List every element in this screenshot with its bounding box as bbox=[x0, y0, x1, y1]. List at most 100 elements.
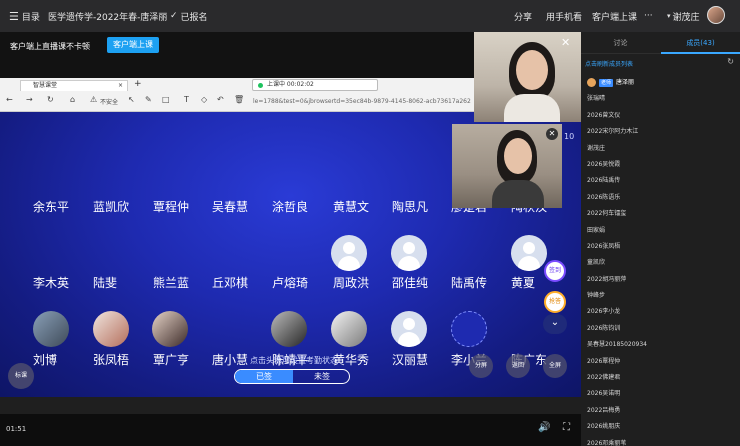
mark-button[interactable]: 标课 bbox=[8, 363, 34, 389]
member-item[interactable]: 2026李小龙 bbox=[587, 304, 735, 320]
home-icon: ⌂ bbox=[70, 95, 76, 104]
student-photo-avatar[interactable] bbox=[152, 311, 188, 347]
share-button[interactable]: 分享 bbox=[514, 0, 532, 32]
signed-status: ✓ 已报名 bbox=[170, 0, 208, 32]
sign-in-button[interactable]: 签到 bbox=[544, 260, 566, 282]
member-item[interactable]: 2026覃程仲 bbox=[587, 354, 735, 370]
student-name[interactable]: 覃程仲 bbox=[153, 198, 189, 215]
member-item[interactable]: 谢茂庄 bbox=[587, 141, 735, 157]
teacher-camera-main: ✕ bbox=[474, 32, 581, 122]
member-list: 老师 唐泽丽 张瑞晴 2026曾文仪 2022宋尔阿力木江 谢茂庄 2026吴悦霞 2026陆… bbox=[587, 75, 735, 446]
user-avatar[interactable] bbox=[707, 6, 725, 24]
return-button[interactable]: 返回 bbox=[506, 354, 530, 378]
student-name[interactable]: 卢熔琦 bbox=[272, 274, 308, 291]
refresh-icon[interactable]: ↻ bbox=[727, 57, 734, 66]
student-name[interactable]: 熊兰蓝 bbox=[153, 274, 189, 291]
member-item[interactable]: 2026吴悦霞 bbox=[587, 157, 735, 173]
student-photo-avatar[interactable] bbox=[331, 311, 367, 347]
chevron-down-icon: ▾ bbox=[667, 12, 671, 20]
member-item[interactable]: 童凯欣 bbox=[587, 255, 735, 271]
more-button[interactable]: ··· bbox=[644, 0, 653, 32]
playback-time: 01:51 bbox=[6, 425, 27, 433]
member-item[interactable]: 2022宋尔阿力木江 bbox=[587, 124, 735, 140]
member-item[interactable]: 钟峰步 bbox=[587, 288, 735, 304]
close-icon[interactable]: ✕ bbox=[561, 36, 570, 49]
student-name[interactable]: 邵佳纯 bbox=[392, 274, 428, 291]
member-name: 2026张凤梧 bbox=[587, 242, 621, 250]
username: 谢茂庄 bbox=[672, 12, 700, 23]
member-name: 2026李小龙 bbox=[587, 308, 621, 316]
fullscreen-label-button[interactable]: 全屏 bbox=[543, 354, 567, 378]
member-item[interactable]: 张瑞晴 bbox=[587, 91, 735, 107]
catalog-button[interactable]: ☰ 目录 bbox=[9, 0, 40, 32]
student-name[interactable]: 李木英 bbox=[33, 274, 69, 291]
member-item[interactable]: 吴春慧20185020934 bbox=[587, 337, 735, 353]
member-name: 钟峰步 bbox=[587, 292, 606, 300]
member-item[interactable]: 2026陈钧训 bbox=[587, 321, 735, 337]
tab-discuss[interactable]: 讨论 bbox=[581, 32, 660, 54]
refresh-members-link[interactable]: 点击刷新成员列表 bbox=[585, 59, 633, 68]
member-item[interactable]: 2026邓乘丽苇 bbox=[587, 436, 735, 446]
student-name[interactable]: 余东平 bbox=[33, 198, 69, 215]
volume-icon[interactable]: 🔊 bbox=[538, 422, 550, 433]
attendance-hint: 点击头像可设置考勤状态 bbox=[250, 356, 338, 365]
member-item[interactable]: 2026陈语乐 bbox=[587, 190, 735, 206]
user-menu[interactable]: ▾ 谢茂庄 bbox=[667, 0, 700, 32]
plus-icon: + bbox=[134, 79, 142, 89]
student-name[interactable]: 黄华秀 bbox=[333, 351, 369, 368]
student-name[interactable]: 唐小慧 bbox=[212, 351, 248, 368]
student-name[interactable]: 黄夏 bbox=[511, 274, 535, 291]
student-name[interactable]: 涂哲良 bbox=[272, 198, 308, 215]
split-screen-button[interactable]: 分屏 bbox=[469, 354, 493, 378]
browser-tab-label: 智慧课堂 bbox=[33, 82, 58, 89]
student-avatar[interactable] bbox=[391, 235, 427, 271]
member-item[interactable]: 2022吕梅勇 bbox=[587, 403, 735, 419]
close-icon[interactable]: ✕ bbox=[546, 128, 558, 140]
member-item[interactable]: 田家娟 bbox=[587, 223, 735, 239]
tab-members[interactable]: 成员(43) bbox=[661, 32, 740, 54]
member-item[interactable]: 2022佛建君 bbox=[587, 370, 735, 386]
client-class-button[interactable]: 客户端上课 bbox=[592, 0, 637, 32]
fullscreen-icon[interactable]: ⛶ bbox=[563, 422, 570, 433]
member-item[interactable]: 2026曾文仪 bbox=[587, 108, 735, 124]
student-name[interactable]: 刘博 bbox=[33, 351, 57, 368]
student-name[interactable]: 吴春慧 bbox=[212, 198, 248, 215]
student-name[interactable]: 陶思凡 bbox=[392, 198, 428, 215]
student-photo-avatar[interactable] bbox=[93, 311, 129, 347]
member-item[interactable]: 2022何车镭玺 bbox=[587, 206, 735, 222]
side-tabs: 讨论 成员(43) bbox=[581, 32, 740, 54]
signed-tab[interactable]: 已签 bbox=[235, 370, 293, 383]
pen-tool-icon: ✎ bbox=[145, 95, 152, 104]
student-photo-avatar[interactable] bbox=[33, 311, 69, 347]
student-photo-avatar[interactable] bbox=[271, 311, 307, 347]
student-name[interactable]: 蓝凯欣 bbox=[93, 198, 129, 215]
student-avatar[interactable] bbox=[511, 235, 547, 271]
quick-answer-button[interactable]: 抢答 bbox=[544, 291, 566, 313]
member-item[interactable]: 2026张凤梧 bbox=[587, 239, 735, 255]
teacher-camera-secondary: ✕ bbox=[452, 124, 562, 208]
signed-label: 已报名 bbox=[180, 12, 208, 23]
strip-text: 客户端上直播课不卡顿 bbox=[10, 42, 90, 51]
student-name[interactable]: 汉丽慧 bbox=[392, 351, 428, 368]
student-avatar[interactable] bbox=[391, 311, 427, 347]
student-name[interactable]: 丘邓棋 bbox=[212, 274, 248, 291]
student-name[interactable]: 陆斐 bbox=[93, 274, 117, 291]
student-name[interactable]: 覃广亨 bbox=[153, 351, 189, 368]
forward-icon: → bbox=[26, 95, 33, 104]
member-item[interactable]: 2026姚朋庆 bbox=[587, 419, 735, 435]
member-item[interactable]: 2026吴诺明 bbox=[587, 386, 735, 402]
client-class-strip-button[interactable]: 客户端上课 bbox=[107, 37, 159, 53]
student-name[interactable]: 张凤梧 bbox=[93, 351, 129, 368]
student-name[interactable]: 黄慧文 bbox=[333, 198, 369, 215]
undo-tool-icon: ↶ bbox=[217, 95, 224, 104]
student-avatar[interactable] bbox=[331, 235, 367, 271]
member-item[interactable]: 2026陆禹传 bbox=[587, 173, 735, 189]
phone-watch-button[interactable]: 用手机看 bbox=[546, 0, 582, 32]
chevron-down-icon[interactable]: ⌄ bbox=[543, 314, 567, 334]
unsigned-tab[interactable]: 未签 bbox=[293, 370, 349, 383]
member-item[interactable]: 2022胡冯丽萍 bbox=[587, 272, 735, 288]
student-name[interactable]: 陆禹传 bbox=[451, 274, 487, 291]
student-name[interactable]: 周政洪 bbox=[333, 274, 369, 291]
student-avatar[interactable] bbox=[451, 311, 487, 347]
member-item[interactable]: 老师 唐泽丽 bbox=[587, 75, 735, 91]
